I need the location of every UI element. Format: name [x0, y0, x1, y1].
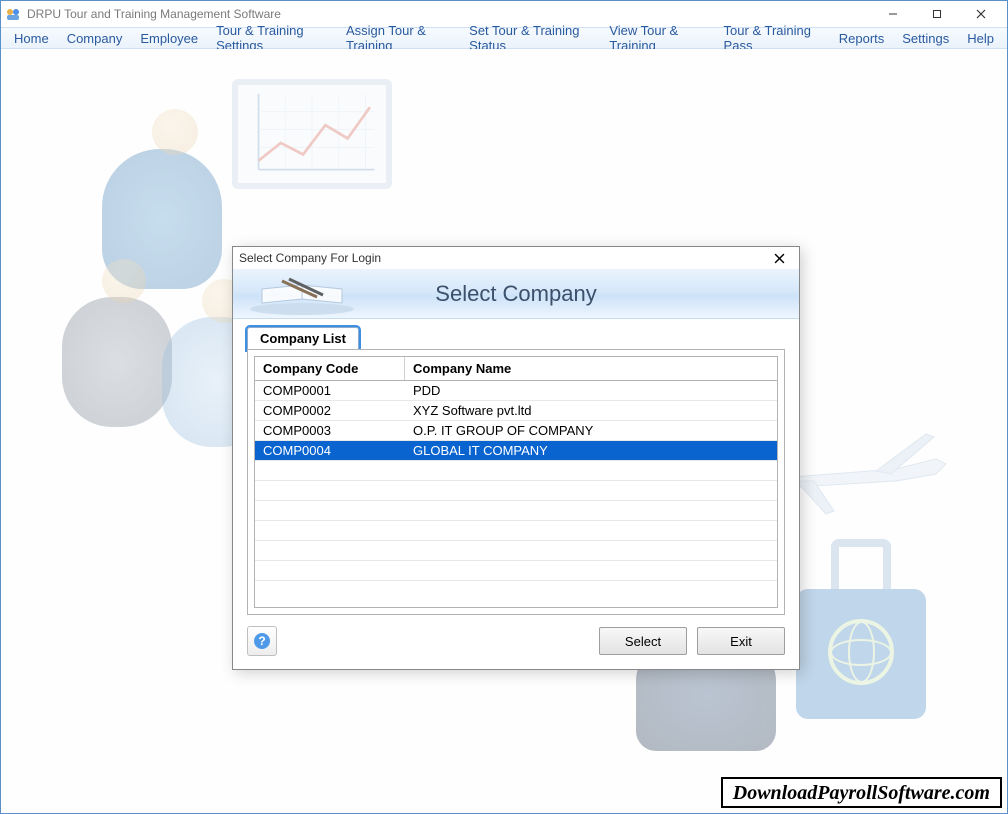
cell-company-code: COMP0004 [255, 443, 405, 458]
menu-set-tour-training-status[interactable]: Set Tour & Training Status [460, 28, 600, 48]
table-row[interactable]: COMP0001PDD [255, 381, 777, 401]
menu-help[interactable]: Help [958, 28, 1003, 48]
dialog-footer: ? Select Exit [233, 621, 799, 669]
table-row [255, 561, 777, 581]
tab-company-list[interactable]: Company List [247, 327, 359, 350]
table-row[interactable]: COMP0002XYZ Software pvt.ltd [255, 401, 777, 421]
suitcase-illustration [796, 539, 926, 729]
menubar: Home Company Employee Tour & Training Se… [1, 27, 1007, 49]
table-row[interactable]: COMP0003O.P. IT GROUP OF COMPANY [255, 421, 777, 441]
whiteboard-chart-illustration [232, 79, 392, 189]
table-row [255, 521, 777, 541]
menu-home[interactable]: Home [5, 28, 58, 48]
select-company-dialog: Select Company For Login Select Company [232, 246, 800, 670]
col-company-code[interactable]: Company Code [255, 357, 405, 380]
app-title: DRPU Tour and Training Management Softwa… [27, 7, 281, 21]
cell-company-code: COMP0001 [255, 383, 405, 398]
grid-header: Company Code Company Name [255, 357, 777, 381]
dialog-header: Select Company [233, 269, 799, 319]
tab-panel: Company Code Company Name COMP0001PDDCOM… [247, 349, 785, 615]
dialog-header-title: Select Company [435, 281, 596, 307]
cell-company-name: XYZ Software pvt.ltd [405, 403, 777, 418]
select-button[interactable]: Select [599, 627, 687, 655]
help-button[interactable]: ? [247, 626, 277, 656]
table-row [255, 541, 777, 561]
dialog-body: Company List Company Code Company Name C… [233, 319, 799, 621]
window-controls [871, 1, 1003, 27]
menu-view-tour-training[interactable]: View Tour & Training [600, 28, 714, 48]
svg-text:?: ? [258, 634, 265, 648]
dialog-title: Select Company For Login [239, 251, 381, 265]
maximize-button[interactable] [915, 1, 959, 27]
menu-settings[interactable]: Settings [893, 28, 958, 48]
table-row [255, 461, 777, 481]
audience-body-illustration [62, 297, 172, 427]
cell-company-code: COMP0002 [255, 403, 405, 418]
table-row [255, 481, 777, 501]
menu-tour-training-pass[interactable]: Tour & Training Pass [715, 28, 830, 48]
client-area: DownloadPayrollSoftware.com Select Compa… [2, 49, 1006, 812]
audience-head-illustration [102, 259, 146, 303]
table-row[interactable]: COMP0004GLOBAL IT COMPANY [255, 441, 777, 461]
cell-company-name: PDD [405, 383, 777, 398]
cell-company-code: COMP0003 [255, 423, 405, 438]
menu-reports[interactable]: Reports [830, 28, 894, 48]
grid-rows: COMP0001PDDCOMP0002XYZ Software pvt.ltdC… [255, 381, 777, 607]
minimize-button[interactable] [871, 1, 915, 27]
notebook-icon [247, 273, 357, 315]
company-grid[interactable]: Company Code Company Name COMP0001PDDCOM… [254, 356, 778, 608]
presenter-head-illustration [152, 109, 198, 155]
close-button[interactable] [959, 1, 1003, 27]
exit-button[interactable]: Exit [697, 627, 785, 655]
tab-strip: Company List [247, 327, 785, 350]
table-row [255, 501, 777, 521]
menu-company[interactable]: Company [58, 28, 132, 48]
app-icon [5, 6, 21, 22]
cell-company-name: GLOBAL IT COMPANY [405, 443, 777, 458]
dialog-close-button[interactable] [765, 248, 793, 268]
cell-company-name: O.P. IT GROUP OF COMPANY [405, 423, 777, 438]
menu-employee[interactable]: Employee [131, 28, 207, 48]
col-company-name[interactable]: Company Name [405, 357, 777, 380]
menu-assign-tour-training[interactable]: Assign Tour & Training [337, 28, 460, 48]
menu-tour-training-settings[interactable]: Tour & Training Settings [207, 28, 337, 48]
watermark: DownloadPayrollSoftware.com [721, 777, 1002, 808]
dialog-titlebar: Select Company For Login [233, 247, 799, 269]
main-window: DRPU Tour and Training Management Softwa… [0, 0, 1008, 814]
